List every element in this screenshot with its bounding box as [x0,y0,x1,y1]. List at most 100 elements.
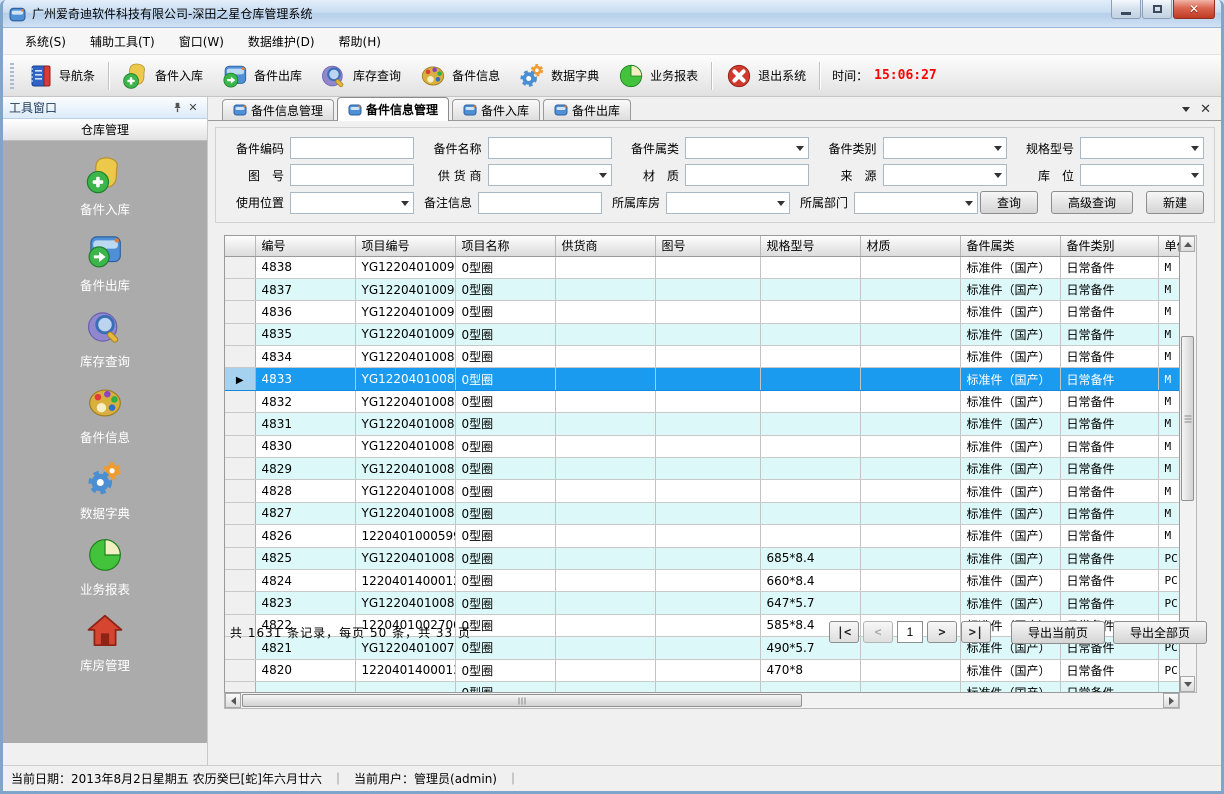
table-cell[interactable]: 日常备件 [1060,301,1158,323]
table-cell[interactable]: M [1158,368,1180,390]
table-cell[interactable]: 标准件（国产） [960,569,1060,591]
table-cell[interactable] [760,323,860,345]
part-class-select[interactable] [883,137,1007,159]
row-indicator[interactable] [225,659,255,681]
first-page-button[interactable]: |< [829,621,859,643]
table-cell[interactable] [655,659,760,681]
table-cell[interactable]: 0型圈 [455,592,555,614]
table-cell[interactable]: 日常备件 [1060,323,1158,345]
table-cell[interactable]: 日常备件 [1060,547,1158,569]
table-cell[interactable] [555,480,655,502]
table-cell[interactable] [860,346,960,368]
table-cell[interactable] [555,525,655,547]
table-cell[interactable] [760,502,860,524]
table-cell[interactable]: PC [1158,659,1180,681]
table-cell[interactable]: 标准件（国产） [960,458,1060,480]
row-indicator[interactable] [225,301,255,323]
table-cell[interactable]: 标准件（国产） [960,390,1060,412]
tab-parts-info-manage-2[interactable]: 备件信息管理 [337,97,449,121]
table-cell[interactable]: 标准件（国产） [960,435,1060,457]
tab-parts-inbound[interactable]: 备件入库 [452,99,540,120]
table-cell[interactable] [760,480,860,502]
toolbar-inventory-query-button[interactable]: 库存查询 [311,59,410,93]
column-header-project-name[interactable]: 项目名称 [455,236,555,256]
row-indicator[interactable] [225,346,255,368]
table-row[interactable]: 4834YG122040100890型圈标准件（国产）日常备件M [225,346,1180,368]
table-cell[interactable]: YG12204010092 [355,278,455,300]
row-indicator[interactable]: ▶ [225,368,255,390]
table-cell[interactable]: 4829 [255,458,355,480]
table-cell[interactable] [555,569,655,591]
sidebar-item-parts-info[interactable]: 备件信息 [45,383,165,446]
table-cell[interactable]: 0型圈 [455,323,555,345]
table-cell[interactable] [555,659,655,681]
table-cell[interactable]: 0型圈 [455,390,555,412]
remark-input[interactable] [478,192,602,214]
table-cell[interactable] [555,592,655,614]
table-cell[interactable]: YG12204010091 [355,301,455,323]
row-indicator[interactable] [225,323,255,345]
column-header-material[interactable]: 材质 [860,236,960,256]
table-cell[interactable]: 标准件（国产） [960,659,1060,681]
table-cell[interactable] [655,592,760,614]
row-indicator[interactable] [225,278,255,300]
table-cell[interactable]: YG12204010083 [355,480,455,502]
create-button[interactable]: 新建 [1146,191,1204,214]
table-cell[interactable]: 标准件（国产） [960,502,1060,524]
vertical-scroll-thumb[interactable] [1181,336,1194,501]
row-indicator[interactable] [225,502,255,524]
export-all-pages-button[interactable]: 导出全部页 [1113,621,1207,644]
table-cell[interactable]: 4831 [255,413,355,435]
table-cell[interactable]: YG12204010082 [355,502,455,524]
row-indicator[interactable] [225,681,255,693]
table-cell[interactable]: 0型圈 [455,480,555,502]
table-row[interactable]: 4828YG122040100830型圈标准件（国产）日常备件M [225,480,1180,502]
toolbar-business-report-button[interactable]: 业务报表 [608,59,707,93]
table-cell[interactable]: 4832 [255,390,355,412]
table-cell[interactable]: YG12204010084 [355,458,455,480]
table-cell[interactable] [760,278,860,300]
table-row[interactable]: 482012204014000130型圈470*8标准件（国产）日常备件PC [225,659,1180,681]
table-cell[interactable] [760,256,860,278]
table-cell[interactable] [355,681,455,693]
table-cell[interactable]: 4823 [255,592,355,614]
table-cell[interactable] [860,659,960,681]
table-cell[interactable]: 标准件（国产） [960,256,1060,278]
table-cell[interactable] [655,256,760,278]
table-cell[interactable]: 0型圈 [455,458,555,480]
sidebar-item-parts-inbound[interactable]: 备件入库 [45,155,165,218]
table-cell[interactable] [860,413,960,435]
table-cell[interactable]: 标准件（国产） [960,278,1060,300]
table-cell[interactable] [655,368,760,390]
table-cell[interactable]: 0型圈 [455,346,555,368]
column-header-supplier[interactable]: 供货商 [555,236,655,256]
menu-help[interactable]: 帮助(H) [327,29,393,54]
table-cell[interactable] [655,278,760,300]
table-cell[interactable]: 4825 [255,547,355,569]
table-cell[interactable]: 标准件（国产） [960,368,1060,390]
table-cell[interactable]: 4826 [255,525,355,547]
close-panel-button[interactable]: ✕ [185,100,201,116]
table-cell[interactable] [555,390,655,412]
table-cell[interactable] [760,390,860,412]
table-cell[interactable]: 0型圈 [455,256,555,278]
table-cell[interactable]: M [1158,323,1180,345]
horizontal-scroll-thumb[interactable] [242,694,802,707]
toolbar-navigator-button[interactable]: 导航条 [19,60,104,92]
table-cell[interactable] [760,458,860,480]
table-row[interactable]: 4829YG122040100840型圈标准件（国产）日常备件M [225,458,1180,480]
table-row[interactable]: 4838YG122040100930型圈标准件（国产）日常备件M [225,256,1180,278]
table-cell[interactable]: 标准件（国产） [960,346,1060,368]
table-cell[interactable]: M [1158,458,1180,480]
table-cell[interactable] [655,458,760,480]
table-cell[interactable]: 标准件（国产） [960,592,1060,614]
table-cell[interactable]: 0型圈 [455,659,555,681]
source-select[interactable] [883,164,1007,186]
column-header-category[interactable]: 备件属类 [960,236,1060,256]
drawing-no-input[interactable] [290,164,414,186]
use-position-select[interactable] [290,192,414,214]
table-cell[interactable] [860,592,960,614]
table-cell[interactable] [760,413,860,435]
table-cell[interactable] [655,569,760,591]
table-cell[interactable]: 470*8 [760,659,860,681]
